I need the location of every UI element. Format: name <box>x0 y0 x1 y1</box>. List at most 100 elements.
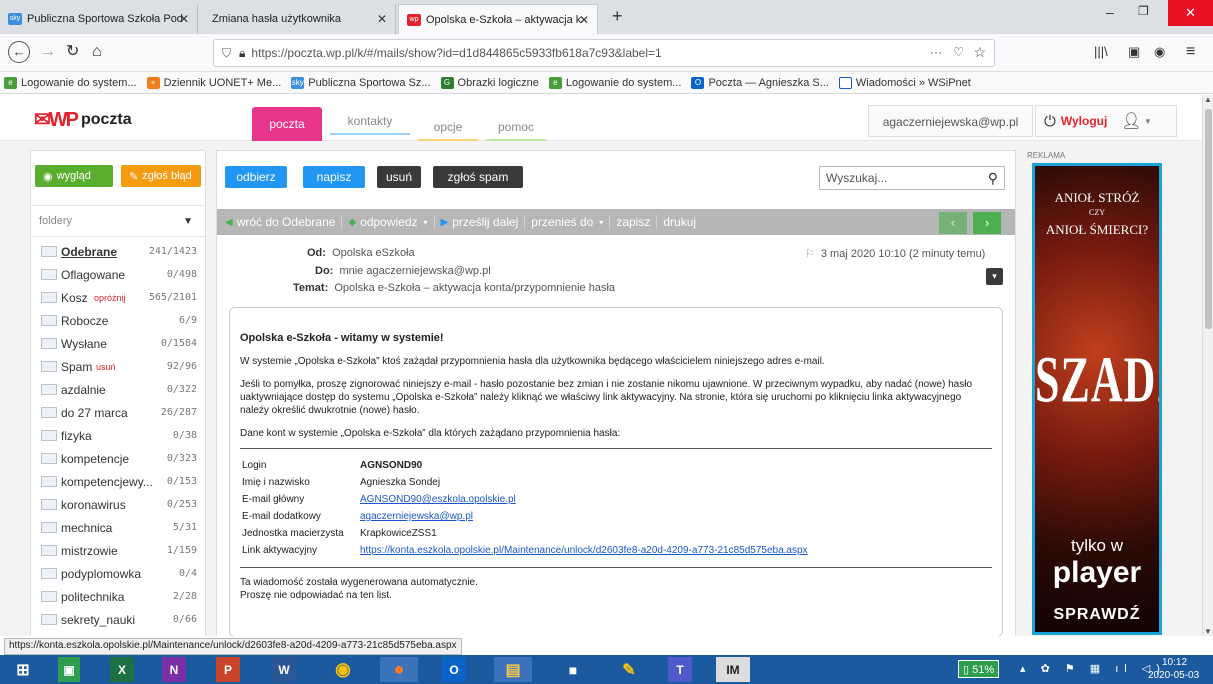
receive-button[interactable]: odbierz <box>225 166 287 188</box>
field-link[interactable]: https://konta.eszkola.opolskie.pl/Mainte… <box>360 544 808 557</box>
field-link[interactable]: AGNSOND90@eszkola.opolskie.pl <box>360 493 516 506</box>
forward-icon[interactable]: → <box>40 42 56 62</box>
bookmark-item[interactable]: e Logowanie do system... <box>548 76 681 89</box>
chevron-down-icon[interactable]: ▾ <box>1146 116 1151 127</box>
field-link[interactable]: agaczerniejewska@wp.pl <box>360 510 473 523</box>
file-explorer-icon[interactable]: ▤ <box>494 657 532 682</box>
folder-item[interactable]: Robocze 6/9 <box>31 309 205 332</box>
bookmark-item[interactable]: e Logowanie do system... <box>4 76 137 89</box>
pocket-icon[interactable]: ♡ <box>953 45 964 59</box>
zoom-icon[interactable]: ■ <box>554 657 592 682</box>
folder-item[interactable]: Spam usuń 92/96 <box>31 355 205 378</box>
folder-item[interactable]: kompetencje 0/323 <box>31 447 205 470</box>
firefox-icon[interactable]: ● <box>380 657 418 682</box>
close-window-button[interactable]: ✕ <box>1168 0 1213 26</box>
windows-start-icon[interactable]: ⊞ <box>4 657 42 682</box>
wp-poczta-logo[interactable]: ✉WP poczta <box>34 107 132 132</box>
home-icon[interactable]: ⌂ <box>92 42 102 62</box>
bookmark-star-icon[interactable]: ☆ <box>973 44 986 61</box>
search-input[interactable]: Wyszukaj... <box>826 171 988 185</box>
folder-item[interactable]: Odebrane 241/1423 <box>31 240 205 263</box>
more-options-button[interactable]: ▾ <box>986 268 1003 285</box>
im-app-icon[interactable]: IM <box>716 657 750 682</box>
scroll-up-icon[interactable]: ▲ <box>1204 95 1212 104</box>
store-icon[interactable]: ▣ <box>58 657 80 682</box>
power-icon[interactable]: ⏻ <box>1044 113 1056 130</box>
clock-time[interactable]: 10:12 <box>1162 657 1187 668</box>
scroll-down-icon[interactable]: ▼ <box>1204 627 1212 636</box>
move-to-link[interactable]: przenieś do ▾ <box>531 215 611 229</box>
search-icon[interactable]: ⚲ <box>988 170 998 187</box>
ad-cta[interactable]: SPRAWDŹ <box>1039 606 1155 624</box>
logout-link[interactable]: Wyloguj <box>1061 114 1107 128</box>
excel-icon[interactable]: X <box>110 657 134 682</box>
folder-item[interactable]: Oflagowane 0/498 <box>31 263 205 286</box>
outlook-icon[interactable]: O <box>442 657 466 682</box>
tab-opcje[interactable]: opcje <box>418 113 478 141</box>
reply-link[interactable]: ◆ odpowiedz ▾ <box>348 215 435 229</box>
sidebar-icon[interactable]: ▣ <box>1128 42 1140 62</box>
bookmark-item[interactable]: Wiadomości » WSiPnet <box>838 76 971 89</box>
folder-item[interactable]: koronawirus 0/253 <box>31 493 205 516</box>
close-tab-icon[interactable]: ✕ <box>579 13 589 27</box>
folder-item[interactable]: do 27 marca 26/287 <box>31 401 205 424</box>
write-button[interactable]: napisz <box>303 166 365 188</box>
user-email[interactable]: agaczerniejewska@wp.pl <box>868 105 1033 137</box>
library-icon[interactable]: |||\ <box>1094 42 1108 62</box>
browser-tab-active[interactable]: wp Opolska e-Szkoła – aktywacja k ✕ <box>398 4 598 34</box>
browser-tab[interactable]: Zmiana hasła użytkownika ✕ <box>200 4 396 34</box>
battery-indicator[interactable]: ▯ 51% <box>958 660 1000 678</box>
page-actions-icon[interactable]: ··· <box>930 45 942 59</box>
powerpoint-icon[interactable]: P <box>216 657 240 682</box>
folder-action-link[interactable]: opróżnij <box>94 293 126 303</box>
close-tab-icon[interactable]: ✕ <box>179 12 189 26</box>
report-bug-button[interactable]: ✎ zgłoś błąd <box>121 165 201 187</box>
tab-poczta[interactable]: poczta <box>252 107 322 141</box>
bookmark-item[interactable]: G Obrazki logiczne <box>440 76 539 89</box>
folder-item[interactable]: fizyka 0/38 <box>31 424 205 447</box>
bookmark-item[interactable]: O Poczta — Agnieszka S... <box>691 76 829 89</box>
folder-item[interactable]: podyplomowka 0/4 <box>31 562 205 585</box>
folders-dropdown[interactable]: foldery ▼ <box>31 205 205 237</box>
flag-icon[interactable]: ⚐ <box>805 248 815 260</box>
restore-icon[interactable]: ❐ <box>1138 4 1149 18</box>
search-box[interactable]: Wyszukaj... ⚲ <box>819 166 1005 190</box>
address-bar[interactable]: ⛉ 🔒︎ https://poczta.wp.pl/k/#/mails/show… <box>213 39 995 67</box>
folder-item[interactable]: politechnika 2/28 <box>31 585 205 608</box>
tab-pomoc[interactable]: pomoc <box>486 113 546 141</box>
delete-button[interactable]: usuń <box>377 166 421 188</box>
tray-icons[interactable]: ▴ ✿ ⚑ ▦ ıl ◁) <box>1020 662 1166 675</box>
reload-icon[interactable]: ↻ <box>66 42 79 62</box>
folder-item[interactable]: mechnica 5/31 <box>31 516 205 539</box>
tab-kontakty[interactable]: kontakty <box>330 107 410 135</box>
save-link[interactable]: zapisz <box>616 215 658 229</box>
minimize-icon[interactable]: – <box>1106 4 1114 20</box>
ad-banner[interactable]: ANIOŁ STRÓŻ CZY ANIOŁ ŚMIERCI? SZADŹ tyl… <box>1032 163 1162 635</box>
folder-item[interactable]: Wysłane 0/1584 <box>31 332 205 355</box>
folder-item[interactable]: kompetencjewy... 0/153 <box>31 470 205 493</box>
view-button[interactable]: ◉ wygląd <box>35 165 113 187</box>
bookmark-item[interactable]: + Dziennik UONET+ Me... <box>146 76 281 89</box>
close-tab-icon[interactable]: ✕ <box>377 12 387 26</box>
onenote-icon[interactable]: N <box>162 657 186 682</box>
print-link[interactable]: drukuj <box>663 215 702 229</box>
account-icon[interactable]: ◉ <box>1154 42 1165 62</box>
paint-icon[interactable]: ✎ <box>610 657 648 682</box>
forward-link[interactable]: ▶ prześlij dalej <box>441 215 526 229</box>
chrome-icon[interactable]: ◉ <box>324 657 362 682</box>
report-spam-button[interactable]: zgłoś spam <box>433 166 523 188</box>
back-icon[interactable]: ← <box>8 41 30 63</box>
back-to-inbox-link[interactable]: ◀ wróć do Odebrane <box>225 215 343 229</box>
folder-item[interactable]: snit35/304 <box>31 631 205 637</box>
page-scrollbar[interactable]: ▲ ▼ <box>1202 95 1213 636</box>
new-tab-button[interactable]: + <box>612 6 623 27</box>
next-message-button[interactable]: › <box>973 212 1001 234</box>
browser-tab[interactable]: sky Publiczna Sportowa Szkoła Pod ✕ <box>0 4 198 34</box>
scroll-thumb[interactable] <box>1205 109 1212 329</box>
prev-message-button[interactable]: ‹ <box>939 212 967 234</box>
folder-item[interactable]: azdalnie 0/322 <box>31 378 205 401</box>
folder-item[interactable]: sekrety_nauki 0/66 <box>31 608 205 631</box>
word-icon[interactable]: W <box>272 657 296 682</box>
menu-icon[interactable]: ≡ <box>1186 42 1195 62</box>
folder-item[interactable]: Kosz opróżnij 565/2101 <box>31 286 205 309</box>
